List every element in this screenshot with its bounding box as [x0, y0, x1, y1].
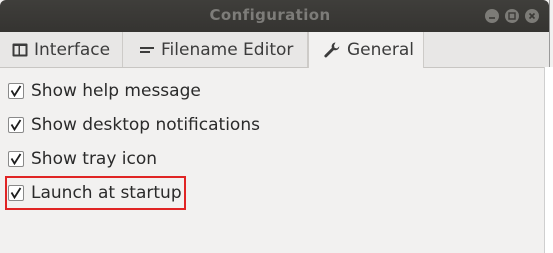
show-tray-icon-option[interactable]: Show tray icon [8, 148, 157, 170]
tab-label: Filename Editor [161, 39, 294, 60]
option-label: Show tray icon [31, 149, 158, 169]
tab-label: Interface [34, 39, 111, 60]
checkmark-icon [10, 153, 22, 165]
option-label: Show desktop notifications [31, 115, 260, 135]
text-lines-icon [139, 43, 155, 57]
show-help-message-option[interactable]: Show help message [8, 80, 201, 102]
wrench-icon [323, 41, 341, 59]
tab-label: General [347, 40, 414, 60]
minimize-icon [489, 17, 495, 19]
configuration-window: Configuration Interface Filename Editor … [0, 0, 550, 253]
maximize-button[interactable] [505, 9, 519, 23]
window-title: Configuration [209, 6, 331, 24]
window-icon [12, 43, 28, 57]
checkmark-icon [10, 119, 22, 131]
tab-bar: Interface Filename Editor General [0, 32, 549, 68]
show-help-message-checkbox[interactable] [8, 83, 24, 99]
show-tray-icon-checkbox[interactable] [8, 151, 24, 167]
option-label: Launch at startup [31, 183, 182, 203]
tab-interface[interactable]: Interface [0, 32, 123, 67]
title-bar[interactable]: Configuration [0, 0, 549, 32]
close-button[interactable] [525, 9, 539, 23]
maximize-icon [508, 12, 516, 20]
show-desktop-notifications-option[interactable]: Show desktop notifications [8, 114, 260, 136]
background-window-edge [544, 67, 553, 253]
tab-general[interactable]: General [308, 32, 424, 68]
launch-at-startup-checkbox[interactable] [8, 185, 24, 201]
option-label: Show help message [31, 81, 201, 101]
checkmark-icon [10, 187, 22, 199]
minimize-button[interactable] [485, 9, 499, 23]
tab-filename-editor[interactable]: Filename Editor [123, 32, 308, 67]
checkmark-icon [10, 85, 22, 97]
close-icon [528, 12, 536, 20]
show-desktop-notifications-checkbox[interactable] [8, 117, 24, 133]
launch-at-startup-option[interactable]: Launch at startup [8, 182, 182, 204]
